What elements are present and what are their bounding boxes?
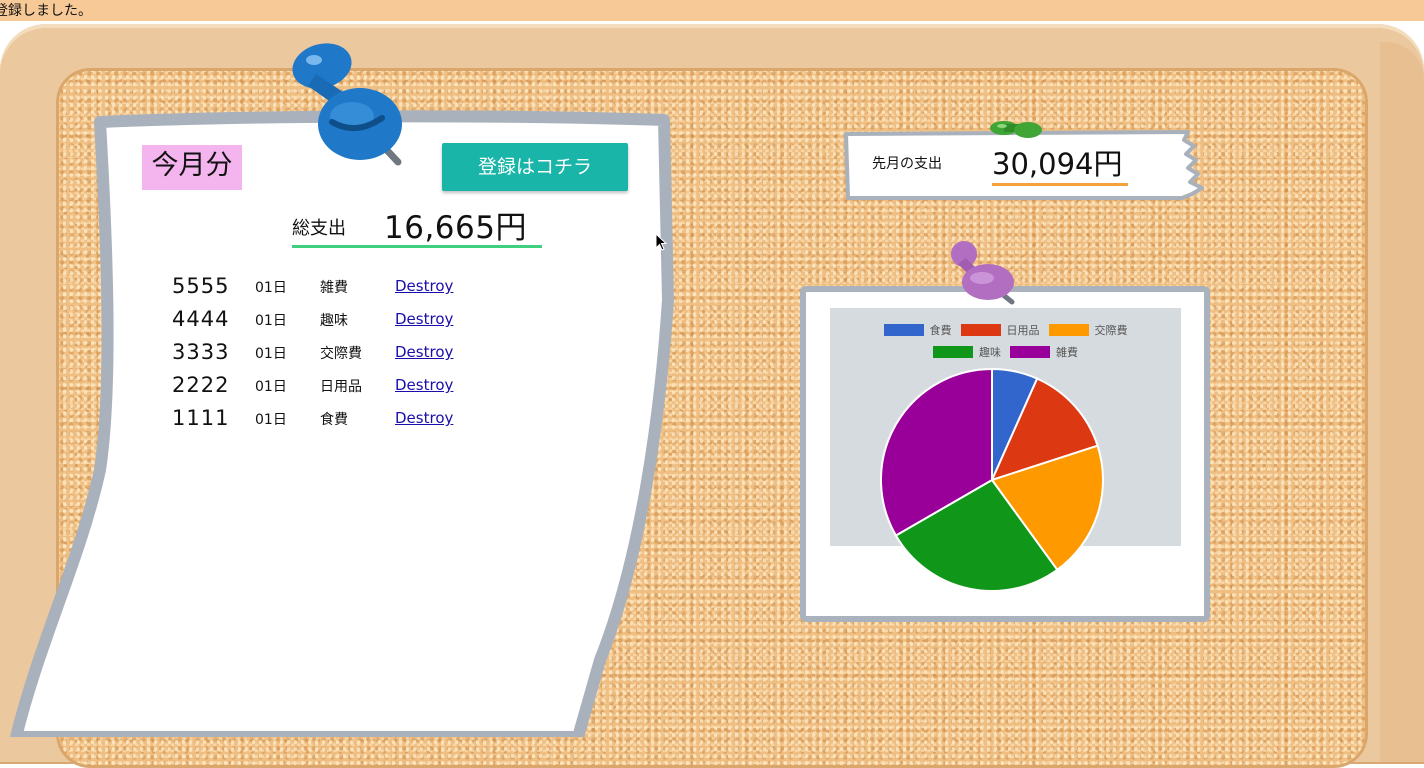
destroy-link[interactable]: Destroy [395, 277, 453, 295]
legend-item[interactable]: 雑費 [1010, 344, 1078, 360]
mouse-cursor-icon [655, 233, 668, 251]
expense-day: 01日 [255, 346, 287, 362]
legend-swatch [960, 324, 1001, 336]
expense-amount: 3333 [172, 340, 230, 364]
expense-day: 01日 [255, 412, 287, 428]
legend-swatch [1048, 324, 1089, 336]
legend-label: 交際費 [1094, 324, 1128, 337]
green-pushpin-icon [990, 121, 1042, 138]
expense-category: 交際費 [320, 346, 362, 362]
expense-category: 食費 [320, 412, 348, 428]
expense-day: 01日 [255, 313, 287, 329]
expense-pie-chart [880, 367, 1104, 592]
legend-label: 趣味 [979, 346, 1001, 359]
expense-day: 01日 [255, 379, 287, 395]
legend-label: 日用品 [1006, 324, 1040, 337]
expense-row: 2222 01日 日用品 Destroy [172, 371, 512, 404]
expense-row: 3333 01日 交際費 Destroy [172, 338, 512, 371]
legend-item[interactable]: 趣味 [933, 344, 1001, 360]
legend-row: 食費 日用品 交際費 [830, 319, 1181, 341]
current-month-title: 今月分 [142, 145, 242, 190]
legend-swatch [933, 346, 973, 358]
destroy-link[interactable]: Destroy [395, 343, 453, 361]
legend-swatch [883, 324, 924, 336]
total-expense-value: 16,665円 [384, 210, 527, 246]
expense-list: 5555 01日 雑費 Destroy 4444 01日 趣味 Destroy … [172, 272, 512, 437]
legend-swatch [1010, 346, 1050, 358]
expense-category: 雑費 [320, 280, 348, 296]
last-month-label: 先月の支出 [872, 156, 942, 172]
expense-category: 日用品 [320, 379, 362, 395]
expense-amount: 2222 [172, 373, 230, 397]
register-button[interactable]: 登録はコチラ [442, 143, 628, 191]
expense-row: 4444 01日 趣味 Destroy [172, 305, 512, 338]
last-month-value: 30,094円 [992, 147, 1123, 181]
legend-item[interactable]: 交際費 [1048, 322, 1128, 338]
expense-amount: 1111 [172, 406, 230, 430]
legend-label: 雑費 [1056, 346, 1078, 359]
expense-row: 5555 01日 雑費 Destroy [172, 272, 512, 305]
last-month-underline [992, 183, 1128, 186]
expense-amount: 5555 [172, 274, 230, 298]
flash-message-bar: 登録しました。 [0, 0, 1424, 21]
chart-legend: 食費 日用品 交際費 趣味 雑費 [830, 319, 1181, 363]
expense-amount: 4444 [172, 307, 230, 331]
destroy-link[interactable]: Destroy [395, 310, 453, 328]
expense-row: 1111 01日 食費 Destroy [172, 404, 512, 437]
purple-pushpin-icon [951, 241, 1015, 305]
legend-row: 趣味 雑費 [830, 341, 1181, 363]
legend-label: 食費 [929, 324, 952, 337]
destroy-link[interactable]: Destroy [395, 409, 453, 427]
total-expense-label: 総支出 [292, 218, 346, 239]
legend-item[interactable]: 日用品 [960, 322, 1040, 338]
flash-message: 登録しました。 [0, 3, 92, 19]
total-underline [292, 245, 542, 248]
expense-day: 01日 [255, 280, 287, 296]
expense-category: 趣味 [320, 313, 348, 329]
destroy-link[interactable]: Destroy [395, 376, 453, 394]
legend-item[interactable]: 食費 [883, 322, 952, 338]
